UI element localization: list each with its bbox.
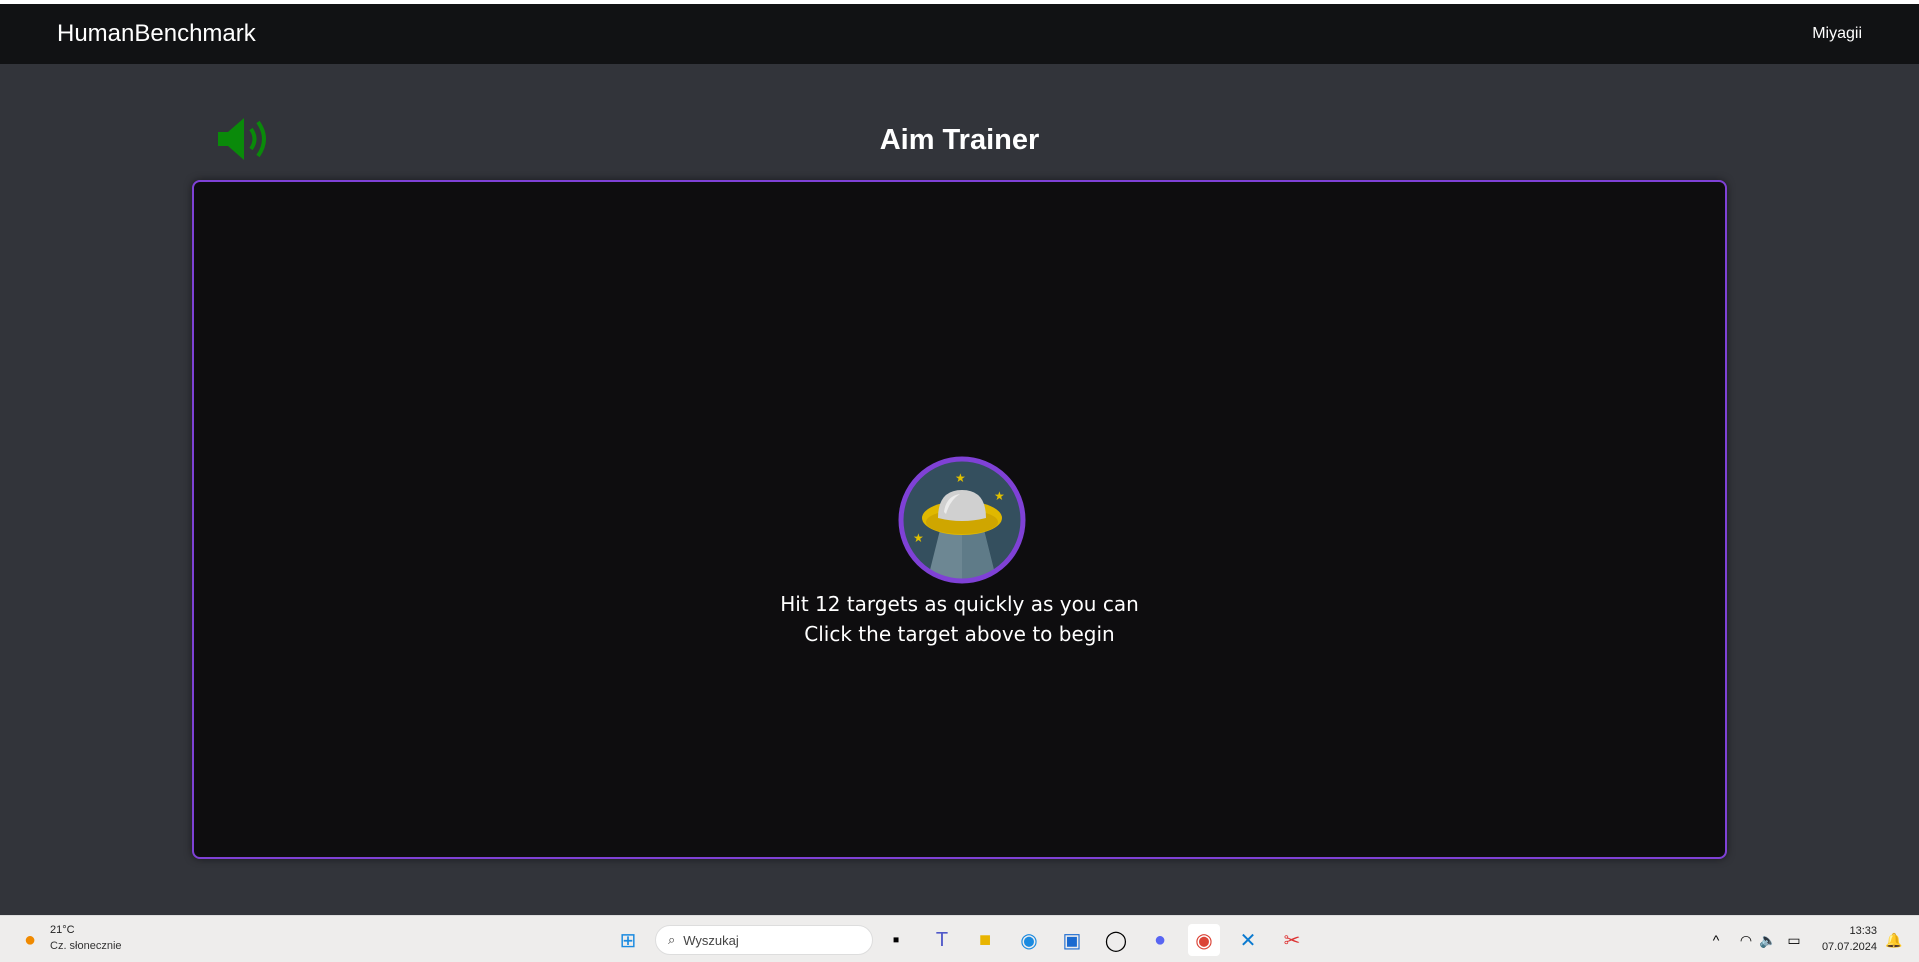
vscode-icon[interactable]: ✕: [1232, 924, 1264, 956]
svg-text:★: ★: [955, 471, 966, 485]
taskbar-search[interactable]: ⌕ Wyszukaj: [655, 925, 873, 955]
teams-icon[interactable]: T: [926, 924, 958, 956]
notification-bell-icon[interactable]: 🔔: [1878, 924, 1910, 956]
chevron-up-icon[interactable]: ^: [1700, 924, 1732, 956]
brand-logo-link[interactable]: HumanBenchmark: [57, 20, 256, 48]
page-title: Aim Trainer: [879, 124, 1040, 156]
instruction-line-1: Hit 12 targets as quickly as you can: [780, 592, 1139, 616]
clock[interactable]: 13:33 07.07.2024: [1822, 923, 1877, 955]
time: 13:33: [1849, 925, 1877, 937]
weather-icon[interactable]: ●: [14, 924, 46, 956]
navbar: HumanBenchmark Miyagii: [0, 4, 1919, 64]
start-target-ufo[interactable]: ★ ★ ★: [898, 456, 1026, 584]
instruction-line-2: Click the target above to begin: [804, 622, 1115, 646]
edge-icon[interactable]: ◉: [1013, 924, 1045, 956]
svg-text:★: ★: [994, 489, 1005, 503]
discord-icon[interactable]: ●: [1144, 924, 1176, 956]
game-area[interactable]: ★ ★ ★ Hit 12 targets as quickly as you c…: [192, 180, 1727, 859]
task-view-icon[interactable]: ▪: [880, 924, 912, 956]
start-windows-icon[interactable]: ⊞: [612, 924, 644, 956]
chrome-icon[interactable]: ◉: [1188, 924, 1220, 956]
weather-desc[interactable]: Cz. słonecznie: [50, 940, 122, 952]
file-explorer-icon[interactable]: ■: [969, 924, 1001, 956]
search-icon: ⌕: [668, 932, 676, 947]
snipping-tool-icon[interactable]: ✂: [1276, 924, 1308, 956]
user-menu[interactable]: Miyagii: [1812, 25, 1862, 43]
battery-icon[interactable]: ▭: [1778, 924, 1810, 956]
taskbar: ● 21°C Cz. słonecznie ⊞ ⌕ Wyszukaj ▪ T ■ …: [0, 915, 1919, 962]
dell-icon[interactable]: ◯: [1100, 924, 1132, 956]
search-placeholder: Wyszukaj: [683, 932, 739, 948]
date: 07.07.2024: [1821, 941, 1877, 953]
store-icon[interactable]: ▣: [1056, 924, 1088, 956]
weather-temp[interactable]: 21°C: [50, 924, 75, 936]
svg-text:★: ★: [913, 531, 924, 545]
